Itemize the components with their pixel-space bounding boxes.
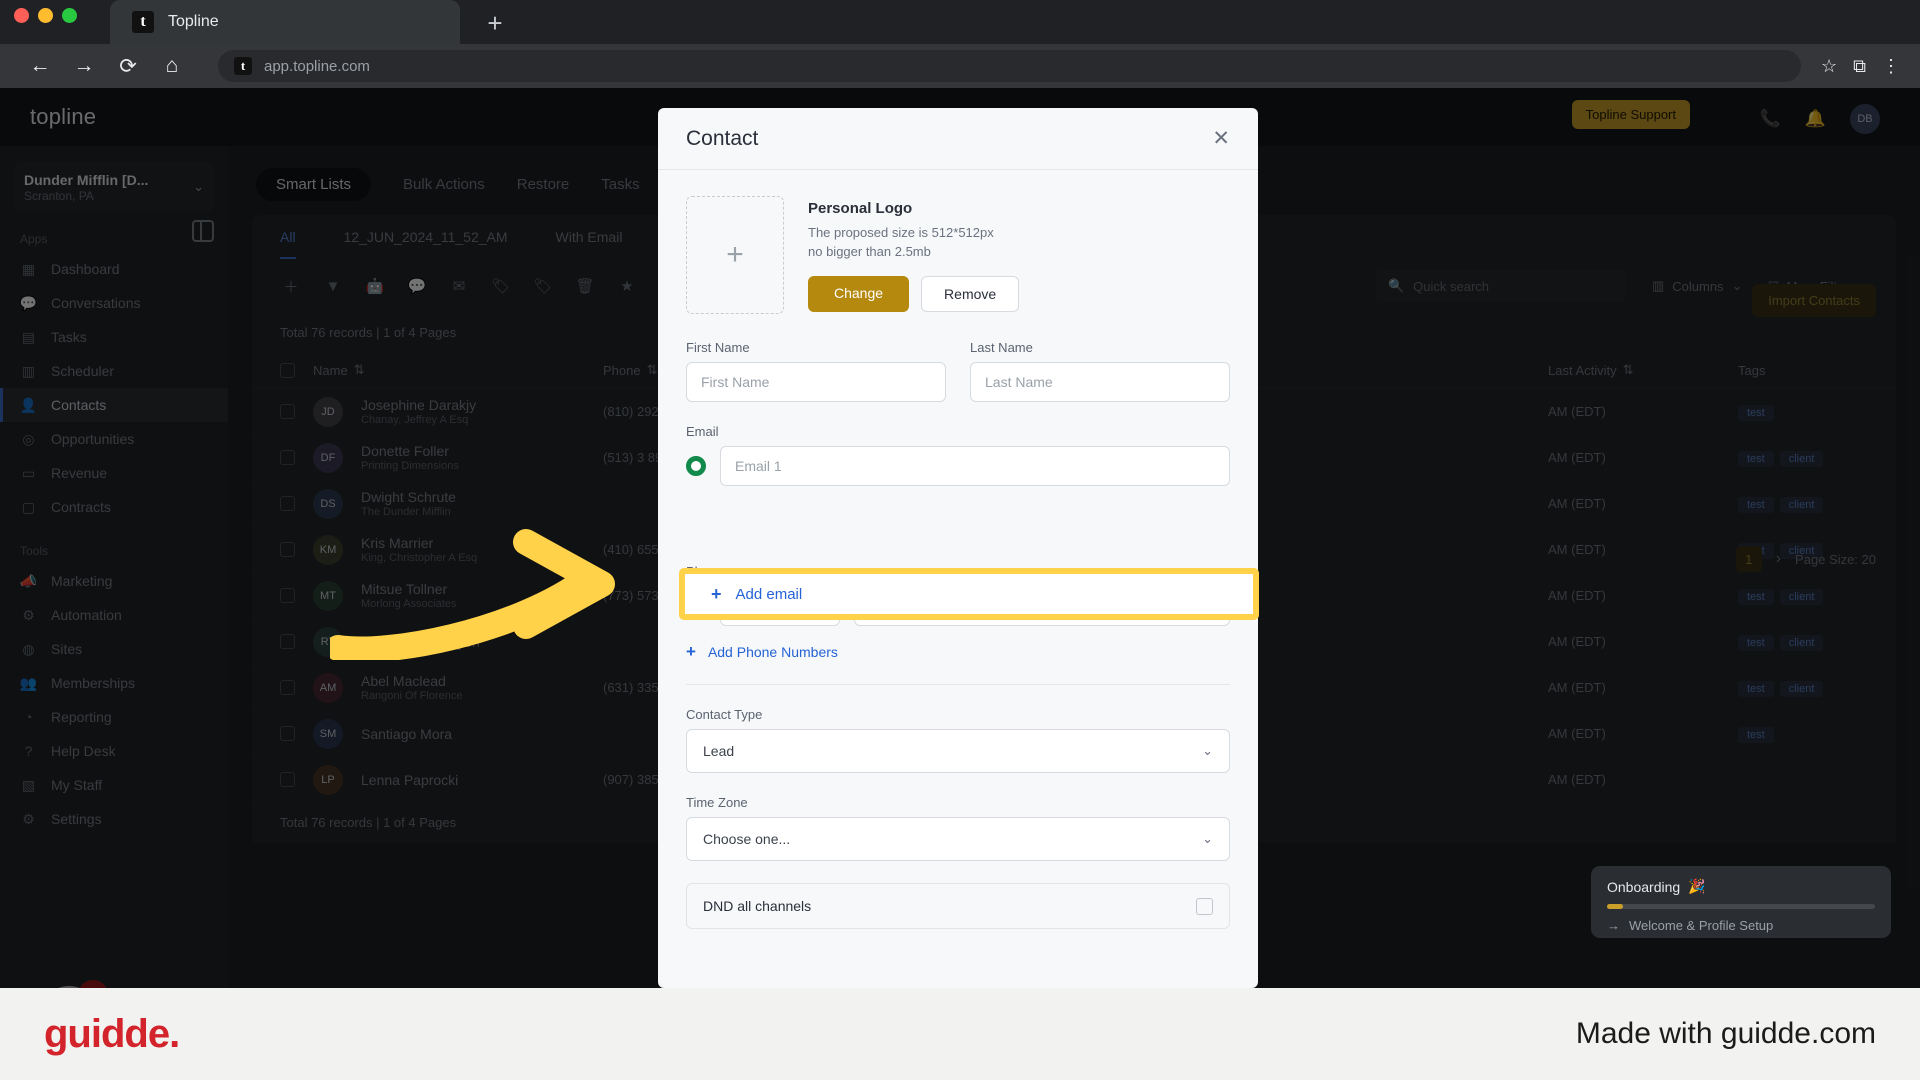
minimize-window-button[interactable] bbox=[38, 8, 53, 23]
onboarding-step-label: Welcome & Profile Setup bbox=[1629, 918, 1773, 933]
browser-chrome: t Topline + ← → ⟳ ⌂ t app.topline.com ☆ … bbox=[0, 0, 1920, 88]
new-tab-button[interactable]: + bbox=[478, 6, 512, 40]
first-name-label: First Name bbox=[686, 340, 946, 355]
personal-logo-section: + Personal Logo The proposed size is 512… bbox=[686, 196, 1230, 314]
last-name-input[interactable]: Last Name bbox=[970, 362, 1230, 402]
browser-tab[interactable]: t Topline bbox=[110, 0, 460, 44]
time-zone-label: Time Zone bbox=[686, 795, 1230, 810]
plus-icon: + bbox=[726, 238, 744, 272]
guidde-logo: guidde. bbox=[44, 1012, 179, 1057]
modal-divider bbox=[686, 684, 1230, 685]
close-window-button[interactable] bbox=[14, 8, 29, 23]
party-popper-icon: 🎉 bbox=[1688, 878, 1705, 895]
onboarding-widget[interactable]: Onboarding 🎉 → Welcome & Profile Setup bbox=[1591, 866, 1891, 938]
url-bar[interactable]: t app.topline.com bbox=[218, 50, 1801, 82]
home-icon[interactable]: ⌂ bbox=[152, 46, 192, 86]
contact-type-value: Lead bbox=[703, 743, 734, 759]
time-zone-value: Choose one... bbox=[703, 831, 790, 847]
contact-type-select[interactable]: Lead ⌄ bbox=[686, 729, 1230, 773]
modal-title: Contact bbox=[686, 127, 758, 151]
guidde-footer: guidde. Made with guidde.com bbox=[0, 988, 1920, 1080]
extensions-icon[interactable]: ⧉ bbox=[1853, 56, 1866, 77]
add-email-link-highlighted[interactable]: + Add email bbox=[679, 568, 1259, 620]
modal-header: Contact ✕ bbox=[658, 108, 1258, 170]
add-phone-label: Add Phone Numbers bbox=[708, 644, 838, 660]
contact-modal: Contact ✕ + Personal Logo The proposed s… bbox=[658, 108, 1258, 988]
browser-actions: ☆ ⧉ ⋮ bbox=[1821, 56, 1900, 77]
url-text: app.topline.com bbox=[264, 58, 370, 75]
onboarding-step[interactable]: → Welcome & Profile Setup bbox=[1607, 918, 1875, 933]
logo-desc-line-1: The proposed size is 512*512px bbox=[808, 224, 1019, 243]
logo-upload-dropzone[interactable]: + bbox=[686, 196, 784, 314]
browser-tab-title: Topline bbox=[168, 13, 219, 31]
close-icon[interactable]: ✕ bbox=[1212, 126, 1230, 151]
onboarding-progress-fill bbox=[1607, 904, 1623, 909]
chevron-down-icon: ⌄ bbox=[1202, 831, 1213, 847]
email-primary-radio[interactable] bbox=[686, 456, 706, 476]
dnd-checkbox[interactable] bbox=[1196, 898, 1213, 915]
remove-logo-button[interactable]: Remove bbox=[921, 276, 1019, 312]
add-email-label: Add email bbox=[736, 586, 803, 603]
reload-icon[interactable]: ⟳ bbox=[108, 46, 148, 86]
first-name-input[interactable]: First Name bbox=[686, 362, 946, 402]
email-label: Email bbox=[686, 424, 1230, 439]
change-logo-button[interactable]: Change bbox=[808, 276, 909, 312]
contact-type-section: Contact Type Lead ⌄ bbox=[686, 707, 1230, 773]
bookmark-star-icon[interactable]: ☆ bbox=[1821, 56, 1837, 77]
maximize-window-button[interactable] bbox=[62, 8, 77, 23]
logo-desc-line-2: no bigger than 2.5mb bbox=[808, 243, 1019, 262]
time-zone-select[interactable]: Choose one... ⌄ bbox=[686, 817, 1230, 861]
chevron-down-icon: ⌄ bbox=[1202, 743, 1213, 759]
dnd-label: DND all channels bbox=[703, 898, 811, 914]
add-phone-numbers-link[interactable]: + Add Phone Numbers bbox=[686, 642, 1230, 662]
back-icon[interactable]: ← bbox=[20, 46, 60, 86]
window-traffic-lights[interactable] bbox=[14, 8, 77, 23]
email-1-input[interactable]: Email 1 bbox=[720, 446, 1230, 486]
url-site-icon: t bbox=[234, 57, 252, 75]
personal-logo-title: Personal Logo bbox=[808, 200, 1019, 217]
forward-icon[interactable]: → bbox=[64, 46, 104, 86]
topline-favicon: t bbox=[132, 11, 154, 33]
onboarding-title-row: Onboarding 🎉 bbox=[1607, 878, 1875, 895]
last-name-label: Last Name bbox=[970, 340, 1230, 355]
onboarding-title: Onboarding bbox=[1607, 879, 1680, 895]
plus-icon: + bbox=[711, 584, 722, 605]
contact-type-label: Contact Type bbox=[686, 707, 1230, 722]
time-zone-section: Time Zone Choose one... ⌄ bbox=[686, 795, 1230, 861]
browser-menu-icon[interactable]: ⋮ bbox=[1882, 56, 1900, 77]
email-section: Email Email 1 bbox=[686, 424, 1230, 542]
onboarding-progress-bar bbox=[1607, 904, 1875, 909]
browser-toolbar: ← → ⟳ ⌂ t app.topline.com ☆ ⧉ ⋮ bbox=[0, 44, 1920, 88]
dnd-all-channels-row[interactable]: DND all channels bbox=[686, 883, 1230, 929]
modal-body: + Personal Logo The proposed size is 512… bbox=[658, 170, 1258, 929]
arrow-right-icon: → bbox=[1607, 918, 1620, 933]
annotation-arrow bbox=[330, 520, 690, 660]
browser-tabstrip: t Topline + bbox=[0, 0, 1920, 44]
name-fields: First Name First Name Last Name Last Nam… bbox=[686, 340, 1230, 402]
made-with-guidde: Made with guidde.com bbox=[1576, 1017, 1876, 1051]
